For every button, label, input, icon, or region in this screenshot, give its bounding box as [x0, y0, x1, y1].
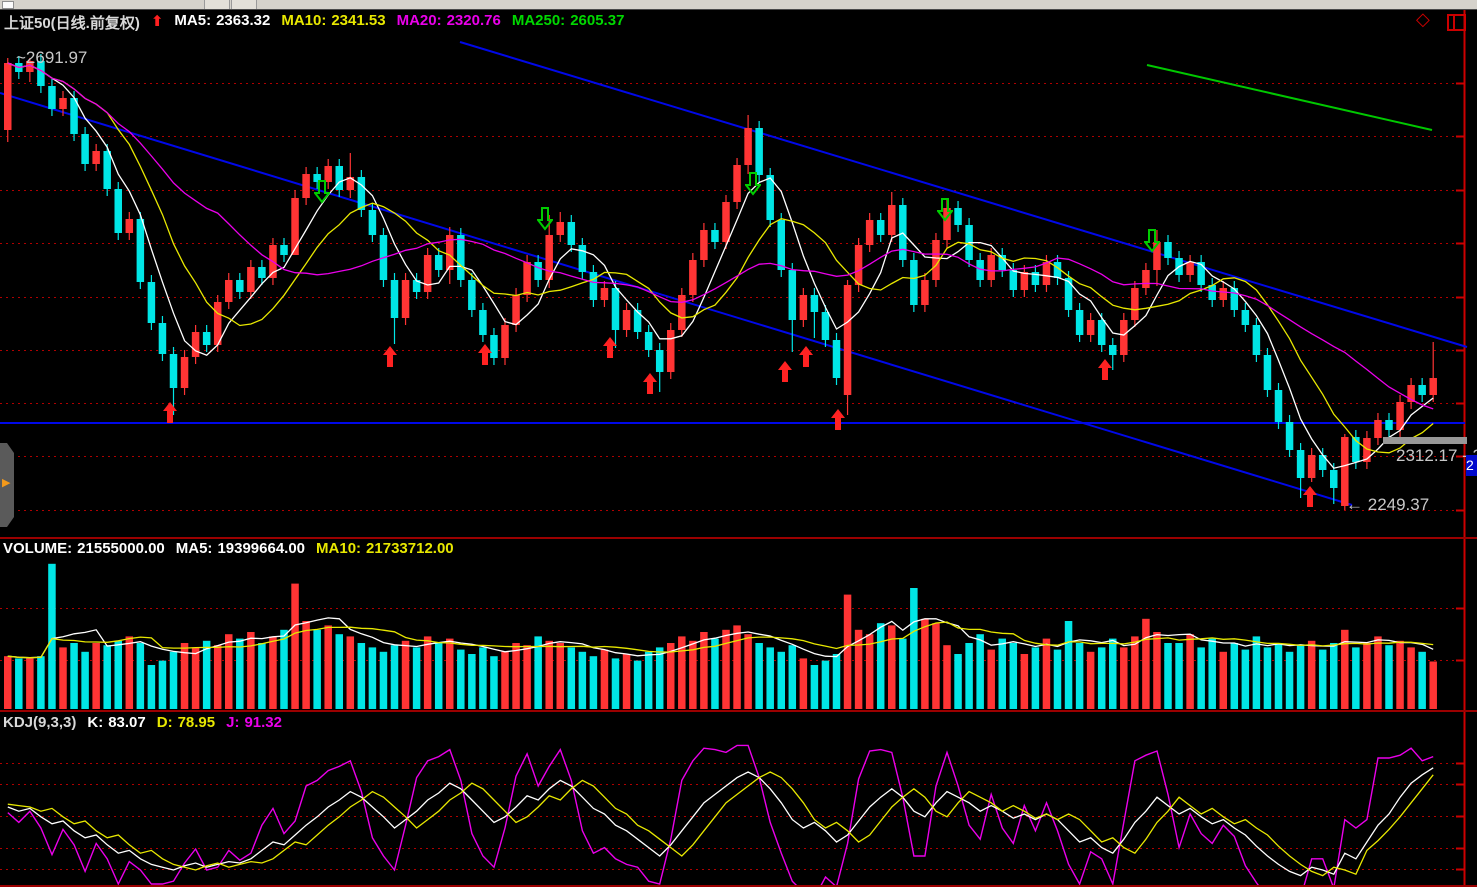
upper-channel [460, 42, 1467, 347]
range-label: 2312.17 - 2 [1396, 446, 1477, 466]
ma5-line [8, 63, 1433, 468]
left-arrow-icon: ← [1346, 495, 1363, 514]
lower-channel [0, 93, 1352, 505]
kdj-d-readout: D:78.95 [157, 714, 215, 731]
toolbar-button-1[interactable] [204, 0, 230, 9]
volume-chart-canvas[interactable] [0, 538, 1477, 710]
kdj-label: KDJ(9,3,3) [3, 714, 76, 731]
kdj-header: KDJ(9,3,3) K:83.07 D:78.95 J:91.32 [3, 714, 282, 731]
measure-bar [1383, 437, 1467, 444]
kdj-j-readout: J:91.32 [226, 714, 282, 731]
ma20-line [8, 63, 1433, 409]
volume-readout: VOLUME:21555000.00 [3, 540, 165, 557]
toolbar-chip [2, 1, 14, 9]
volume-ma10-line [8, 622, 1433, 658]
kdj-k-readout: K:83.07 [87, 714, 145, 731]
sidebar-expand-tab[interactable]: ▶ [0, 443, 15, 527]
kdj-chart-canvas[interactable] [0, 711, 1477, 887]
symbol-title: 上证50(日线.前复权) [4, 12, 140, 33]
high-price-label: ~2691.97 [16, 48, 87, 68]
expand-arrow-icon: ▶ [2, 476, 10, 489]
ma250-readout: MA250:2605.37 [512, 12, 625, 33]
volume-ma5-readout: MA5:19399664.00 [176, 540, 305, 557]
main-chart-canvas[interactable] [0, 10, 1477, 537]
split-window-icon[interactable] [1447, 14, 1466, 31]
top-toolbar[interactable] [0, 0, 1477, 10]
ma250-segment [1147, 65, 1432, 130]
panel-separator-1 [0, 537, 1477, 539]
volume-ma10-readout: MA10:21733712.00 [316, 540, 454, 557]
ma5-readout: MA5:2363.32 [174, 12, 270, 33]
price-axis-tag: 2 [1466, 455, 1477, 476]
kdj-k-line [8, 768, 1433, 876]
up-arrow-icon: ⬆ [151, 12, 164, 33]
toolbar-button-2[interactable] [231, 0, 257, 9]
volume-ma5-line [8, 618, 1433, 658]
app-window: 上证50(日线.前复权) ⬆ MA5:2363.32 MA10:2341.53 … [0, 0, 1477, 887]
diamond-icon[interactable]: ◇ [1416, 10, 1430, 28]
panel-separator-2 [0, 710, 1477, 712]
low-price-label: ← 2249.37 [1346, 495, 1429, 515]
ma10-readout: MA10:2341.53 [281, 12, 385, 33]
volume-header: VOLUME:21555000.00 MA5:19399664.00 MA10:… [3, 540, 454, 557]
main-chart-header: 上证50(日线.前复权) ⬆ MA5:2363.32 MA10:2341.53 … [4, 12, 624, 33]
ma20-readout: MA20:2320.76 [397, 12, 501, 33]
